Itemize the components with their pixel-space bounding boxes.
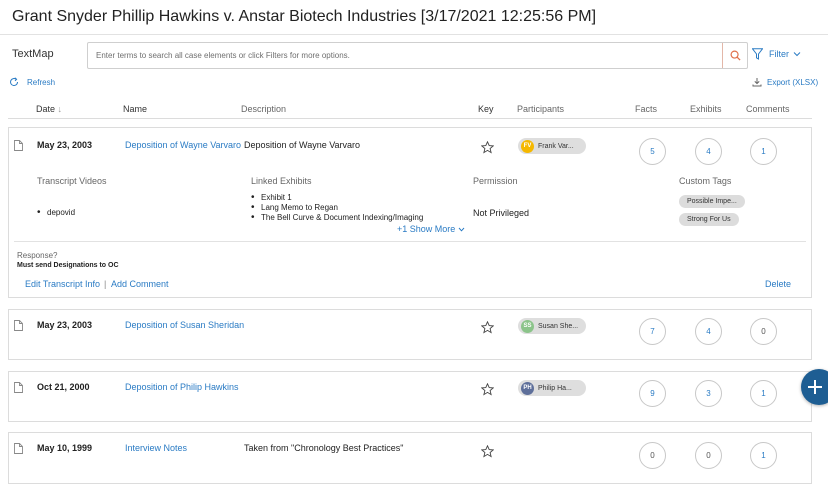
column-date[interactable]: Date ↓ <box>36 104 62 114</box>
document-icon <box>14 320 23 331</box>
transcript-video-item[interactable]: depovid <box>37 208 75 218</box>
column-key[interactable]: Key <box>478 104 494 114</box>
add-comment-link[interactable]: Add Comment <box>111 279 169 289</box>
row-date: May 10, 1999 <box>37 443 93 453</box>
row-date: May 23, 2003 <box>37 320 93 330</box>
table-row[interactable]: May 23, 2003 Deposition of Susan Sherida… <box>8 309 812 360</box>
column-exhibits[interactable]: Exhibits <box>690 104 722 114</box>
star-icon[interactable] <box>481 383 494 396</box>
export-label: Export (XLSX) <box>767 77 819 87</box>
row-name-link[interactable]: Deposition of Wayne Varvaro <box>125 140 241 150</box>
facts-count[interactable]: 9 <box>639 380 666 407</box>
document-icon <box>14 382 23 393</box>
exhibits-count[interactable]: 4 <box>695 138 722 165</box>
show-more-label: +1 Show More <box>397 224 456 234</box>
row-date: May 23, 2003 <box>37 140 93 150</box>
edit-transcript-info-link[interactable]: Edit Transcript Info <box>25 279 100 289</box>
avatar: FV <box>521 139 534 153</box>
search-input[interactable] <box>88 43 723 68</box>
custom-tag[interactable]: Strong For Us <box>679 213 739 226</box>
column-participants[interactable]: Participants <box>517 104 564 114</box>
document-icon <box>14 140 23 151</box>
chevron-down-icon <box>458 227 465 232</box>
document-icon <box>14 443 23 454</box>
comments-count[interactable]: 1 <box>750 442 777 469</box>
linked-exhibit-item[interactable]: The Bell Curve & Document Indexing/Imagi… <box>251 213 423 223</box>
custom-tags-label: Custom Tags <box>679 176 732 186</box>
delete-link[interactable]: Delete <box>765 279 791 289</box>
column-date-label: Date <box>36 104 56 114</box>
chevron-down-icon <box>793 52 801 57</box>
facts-count[interactable]: 7 <box>639 318 666 345</box>
avatar: PH <box>521 381 534 395</box>
table-row[interactable]: Oct 21, 2000 Deposition of Philip Hawkin… <box>8 371 812 422</box>
filter-label: Filter <box>769 49 789 59</box>
participant-name: Philip Ha... <box>538 384 572 392</box>
facts-count[interactable]: 5 <box>639 138 666 165</box>
linked-exhibit-item[interactable]: Exhibit 1 <box>251 193 292 203</box>
transcript-videos-label: Transcript Videos <box>37 176 107 186</box>
permission-value: Not Privileged <box>473 208 530 218</box>
refresh-icon <box>10 77 19 87</box>
row-name-link[interactable]: Deposition of Susan Sheridan <box>125 320 244 330</box>
participant-name: Frank Var... <box>538 142 574 150</box>
search-button[interactable] <box>722 43 747 68</box>
comments-count[interactable]: 0 <box>750 318 777 345</box>
comments-count[interactable]: 1 <box>750 138 777 165</box>
star-icon[interactable] <box>481 445 494 458</box>
export-button[interactable]: Export (XLSX) <box>752 77 818 87</box>
custom-tag[interactable]: Possible Impe... <box>679 195 745 208</box>
filter-icon <box>752 48 763 60</box>
participant-chip[interactable]: FV Frank Var... <box>518 138 586 154</box>
row-name-link[interactable]: Deposition of Philip Hawkins <box>125 382 239 392</box>
refresh-label: Refresh <box>27 77 56 87</box>
participant-name: Susan She... <box>538 322 579 330</box>
refresh-button[interactable]: Refresh <box>9 77 55 87</box>
table-row[interactable]: May 10, 1999 Interview Notes Taken from … <box>8 432 812 484</box>
title-divider <box>0 34 828 35</box>
header-divider <box>8 118 812 119</box>
textmap-label: TextMap <box>12 48 54 60</box>
row-date: Oct 21, 2000 <box>37 382 90 392</box>
search-icon <box>730 50 741 61</box>
sort-arrow-icon: ↓ <box>57 104 63 114</box>
response-label: Response? <box>17 251 58 260</box>
details-divider <box>14 241 806 242</box>
column-name[interactable]: Name <box>123 104 147 114</box>
exhibits-count[interactable]: 4 <box>695 318 722 345</box>
column-comments[interactable]: Comments <box>746 104 790 114</box>
star-icon[interactable] <box>481 141 494 154</box>
search-box <box>87 42 748 69</box>
plus-icon <box>808 380 822 394</box>
linked-exhibits-label: Linked Exhibits <box>251 176 312 186</box>
participant-chip[interactable]: PH Philip Ha... <box>518 380 586 396</box>
column-facts[interactable]: Facts <box>635 104 657 114</box>
participant-chip[interactable]: SS Susan She... <box>518 318 586 334</box>
table-row[interactable]: May 23, 2003 Deposition of Wayne Varvaro… <box>8 127 812 298</box>
link-separator: | <box>104 279 107 289</box>
page-title: Grant Snyder Phillip Hawkins v. Anstar B… <box>12 8 597 25</box>
download-icon <box>752 78 762 87</box>
show-more-link[interactable]: +1 Show More <box>397 224 465 234</box>
star-icon[interactable] <box>481 321 494 334</box>
exhibits-count[interactable]: 0 <box>695 442 722 469</box>
filter-button[interactable]: Filter <box>752 48 801 60</box>
row-description: Deposition of Wayne Varvaro <box>244 140 361 150</box>
facts-count[interactable]: 0 <box>639 442 666 469</box>
response-value: Must send Designations to OC <box>17 262 119 269</box>
avatar: SS <box>521 319 534 333</box>
row-description: Taken from "Chronology Best Practices" <box>244 443 404 453</box>
exhibits-count[interactable]: 3 <box>695 380 722 407</box>
column-description[interactable]: Description <box>241 104 286 114</box>
linked-exhibit-item[interactable]: Lang Memo to Regan <box>251 203 338 213</box>
permission-label: Permission <box>473 176 518 186</box>
row-name-link[interactable]: Interview Notes <box>125 443 187 453</box>
comments-count[interactable]: 1 <box>750 380 777 407</box>
